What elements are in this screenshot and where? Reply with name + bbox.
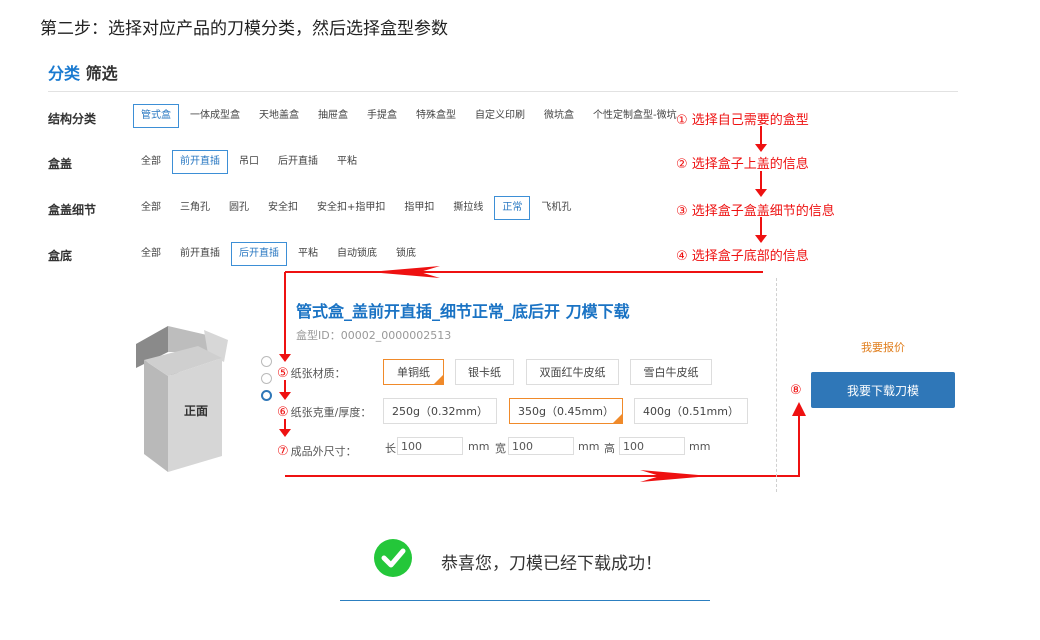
structure-options: 管式盒 一体成型盒 天地盖盒 抽屉盒 手提盒 特殊盒型 自定义印刷 微坑盒 个性定制盒型-微坑 [133, 103, 688, 129]
height-label: 高 [604, 442, 615, 455]
filter-option[interactable]: 后开直插 [231, 242, 287, 266]
paper-weight-text: 纸张克重/厚度： [290, 406, 372, 419]
paper-material-label: ⑤ 纸张材质： [277, 365, 346, 381]
step-number: ⑥ [277, 405, 289, 420]
length-input[interactable] [397, 437, 463, 455]
annotation-3: ③ 选择盒子盒盖细节的信息 [676, 204, 835, 219]
success-underline [340, 600, 710, 601]
width-input[interactable] [508, 437, 574, 455]
paper-material-text: 纸张材质： [290, 367, 346, 380]
step-title: 第二步：选择对应产品的刀模分类，然后选择盒型参数 [40, 19, 448, 39]
row-label-structure: 结构分类 [48, 112, 97, 126]
step-number: ⑦ [277, 444, 289, 459]
filter-option[interactable]: 平粘 [290, 242, 326, 266]
filter-option[interactable]: 一体成型盒 [182, 104, 248, 128]
up-arrow-icon [792, 402, 806, 416]
down-arrow-icon [755, 171, 767, 197]
height-unit: mm [689, 440, 711, 453]
filter-option[interactable]: 个性定制盒型-微坑 [585, 104, 685, 128]
filter-option[interactable]: 特殊盒型 [408, 104, 464, 128]
dimensions-label: ⑦ 成品外尺寸： [277, 443, 357, 459]
filter-option[interactable]: 撕拉线 [445, 196, 491, 220]
check-icon [374, 539, 412, 577]
filter-option[interactable]: 圆孔 [221, 196, 257, 220]
step-number: ⑤ [277, 366, 289, 381]
length-unit: mm [468, 440, 490, 453]
filter-option[interactable]: 抽屉盒 [310, 104, 356, 128]
filter-option[interactable]: 手提盒 [359, 104, 405, 128]
download-button[interactable]: 我要下载刀模 [811, 372, 955, 408]
width-label: 宽 [495, 442, 506, 455]
view-radio[interactable] [261, 356, 272, 367]
filter-heading-accent: 分类 [48, 64, 81, 83]
flow-line [798, 415, 800, 477]
view-radio[interactable] [261, 373, 272, 384]
filter-option[interactable]: 前开直插 [172, 242, 228, 266]
panel-separator [776, 278, 777, 492]
filter-option[interactable]: 三角孔 [172, 196, 218, 220]
weight-option[interactable]: 350g（0.45mm） [509, 398, 623, 424]
filter-heading: 分类 筛选 [48, 60, 118, 84]
row-label-bottom: 盒底 [48, 249, 73, 263]
box-face-label: 正面 [184, 404, 209, 418]
weight-option[interactable]: 250g（0.32mm） [383, 398, 497, 424]
filter-option[interactable]: 自定义印刷 [467, 104, 533, 128]
row-label-lid: 盒盖 [48, 157, 73, 171]
down-arrow-icon [279, 380, 291, 400]
filter-option[interactable]: 微坑盒 [536, 104, 582, 128]
filter-option[interactable]: 安全扣 [260, 196, 306, 220]
flow-line [285, 475, 800, 477]
filter-option[interactable]: 自动锁底 [329, 242, 385, 266]
paper-weight-label: ⑥ 纸张克重/厚度： [277, 404, 371, 420]
filter-option[interactable]: 后开直插 [270, 150, 326, 174]
filter-option[interactable]: 前开直插 [172, 150, 228, 174]
filter-heading-rest: 筛选 [85, 64, 118, 83]
left-arrow-icon [370, 266, 440, 278]
step-number: ⑧ [790, 383, 802, 398]
down-arrow-icon [755, 217, 767, 243]
dimensions-text: 成品外尺寸： [290, 445, 357, 458]
material-option[interactable]: 双面红牛皮纸 [526, 359, 619, 385]
filter-option[interactable]: 吊口 [231, 150, 267, 174]
down-arrow-icon [755, 126, 767, 152]
divider [48, 91, 958, 92]
weight-option[interactable]: 400g（0.51mm） [634, 398, 748, 424]
success-message: 恭喜您，刀模已经下载成功！ [441, 554, 662, 574]
lid-options: 全部 前开直插 吊口 后开直插 平粘 [133, 149, 368, 175]
down-arrow-icon [279, 272, 291, 362]
annotation-1: ① 选择自己需要的盒型 [676, 113, 809, 128]
material-option[interactable]: 单铜纸 [383, 359, 444, 385]
quote-link[interactable]: 我要报价 [861, 339, 905, 355]
filter-option[interactable]: 全部 [133, 196, 169, 220]
filter-option[interactable]: 飞机孔 [533, 196, 579, 220]
filter-option[interactable]: 正常 [494, 196, 531, 220]
annotation-2: ② 选择盒子上盖的信息 [676, 157, 809, 172]
length-label: 长 [385, 442, 396, 455]
filter-option[interactable]: 指甲扣 [396, 196, 442, 220]
filter-option[interactable]: 锁底 [388, 242, 424, 266]
product-id: 盒型ID：00002_0000002513 [296, 329, 452, 342]
filter-option[interactable]: 安全扣+指甲扣 [309, 196, 393, 220]
filter-option[interactable]: 平粘 [329, 150, 365, 174]
box-illustration [136, 326, 228, 472]
flow-line [285, 271, 763, 273]
right-arrow-icon [640, 470, 710, 482]
filter-option[interactable]: 管式盒 [133, 104, 179, 128]
filter-option[interactable]: 全部 [133, 242, 169, 266]
lid-detail-options: 全部 三角孔 圆孔 安全扣 安全扣+指甲扣 指甲扣 撕拉线 正常 飞机孔 [133, 195, 582, 221]
filter-option[interactable]: 全部 [133, 150, 169, 174]
product-title: 管式盒_盖前开直插_细节正常_底后开 刀模下载 [296, 302, 630, 321]
material-option[interactable]: 雪白牛皮纸 [630, 359, 712, 385]
width-unit: mm [578, 440, 600, 453]
height-input[interactable] [619, 437, 685, 455]
annotation-4: ④ 选择盒子底部的信息 [676, 249, 809, 264]
view-radio-selected[interactable] [261, 390, 272, 401]
filter-option[interactable]: 天地盖盒 [251, 104, 307, 128]
row-label-lid-detail: 盒盖细节 [48, 203, 97, 217]
down-arrow-icon [279, 419, 291, 437]
material-option[interactable]: 银卡纸 [455, 359, 514, 385]
